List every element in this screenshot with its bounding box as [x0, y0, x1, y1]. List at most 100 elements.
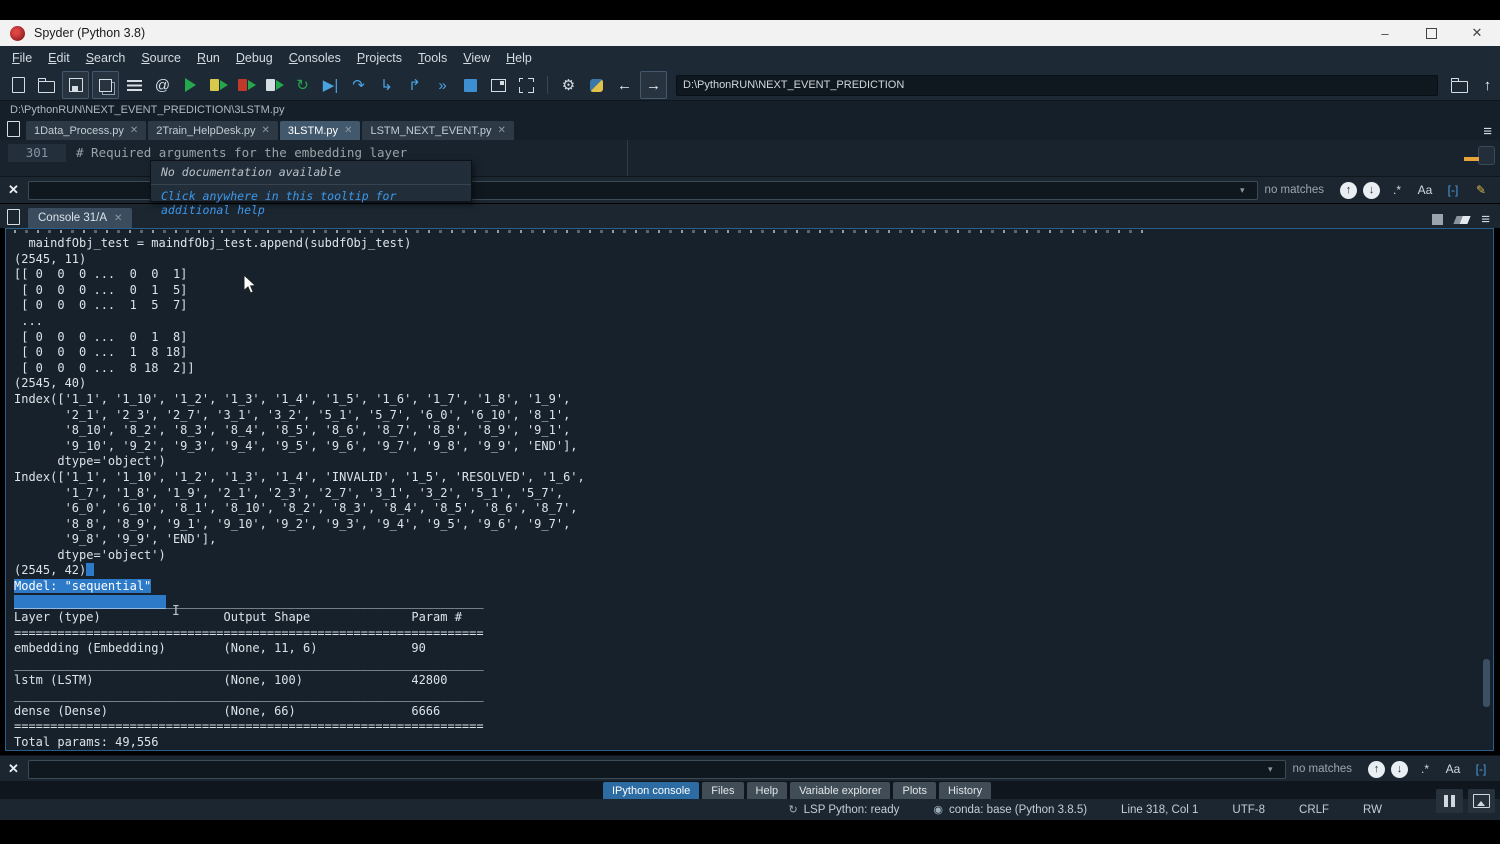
highlight-matches-toggle[interactable]: ✎ — [1470, 180, 1492, 200]
case-sensitive-toggle[interactable]: Aa — [1442, 759, 1464, 779]
status-bar: ↻LSP Python: ready◉conda: base (Python 3… — [0, 799, 1500, 820]
whole-word-toggle[interactable]: [-] — [1470, 759, 1492, 779]
pause-button[interactable] — [1436, 789, 1463, 813]
console-line: Index(['1_1', '1_10', '1_2', '1_3', '1_4… — [14, 392, 1493, 408]
debug-file-icon[interactable]: ▶| — [318, 72, 343, 98]
case-sensitive-toggle[interactable]: Aa — [1414, 180, 1436, 200]
menu-debug[interactable]: Debug — [228, 48, 281, 68]
close-tab-icon[interactable]: ✕ — [130, 125, 138, 136]
run-selection-icon[interactable] — [262, 72, 287, 98]
save-file-icon[interactable] — [62, 71, 89, 99]
conda-status: ◉conda: base (Python 3.8.5) — [933, 803, 1087, 816]
new-file-icon[interactable] — [6, 72, 31, 98]
rerun-cell-icon[interactable] — [234, 72, 259, 98]
menu-source[interactable]: Source — [133, 48, 189, 68]
preferences-wrench-icon[interactable]: ⚙ — [556, 72, 581, 98]
console-scrollbar[interactable] — [1483, 659, 1490, 707]
fullscreen-icon[interactable] — [514, 72, 539, 98]
close-find-icon[interactable]: ✕ — [8, 761, 28, 777]
find-previous-button[interactable]: ↑ — [1368, 761, 1385, 778]
menu-projects[interactable]: Projects — [349, 48, 410, 68]
step-out-icon: ↱ — [408, 78, 421, 93]
plugin-tab-help[interactable]: Help — [747, 782, 788, 799]
interrupt-kernel-icon[interactable] — [1432, 214, 1443, 225]
console-options-menu-icon[interactable]: ≡ — [1481, 211, 1490, 228]
maximize-pane-icon[interactable] — [486, 72, 511, 98]
console-line: lstm (LSTM) (None, 100) 42800 — [14, 673, 1493, 689]
panes-button[interactable] — [1468, 789, 1495, 813]
forward-icon[interactable]: → — [640, 71, 667, 99]
parent-directory-icon[interactable]: ↑ — [1475, 72, 1500, 98]
menu-consoles[interactable]: Consoles — [281, 48, 349, 68]
editor-options-menu-icon[interactable]: ≡ — [1475, 123, 1500, 140]
step-into-icon[interactable]: ↳ — [374, 72, 399, 98]
menu-search[interactable]: Search — [78, 48, 134, 68]
editor-tab-3lstm-py[interactable]: 3LSTM.py✕ — [280, 121, 361, 140]
title-bar: Spyder (Python 3.8) – ✕ — [0, 20, 1500, 46]
menu-edit[interactable]: Edit — [40, 48, 78, 68]
stop-debug-icon[interactable] — [458, 72, 483, 98]
run-cell-icon[interactable] — [206, 72, 231, 98]
open-file-icon[interactable] — [34, 72, 59, 98]
whole-word-toggle[interactable]: [-] — [1442, 180, 1464, 200]
plugin-tab-variable-explorer[interactable]: Variable explorer — [790, 782, 890, 799]
menu-view[interactable]: View — [455, 48, 498, 68]
close-console-icon[interactable]: ✕ — [114, 213, 122, 224]
plugin-tab-plots[interactable]: Plots — [893, 782, 935, 799]
docstring-tooltip[interactable]: No documentation available Click anywher… — [150, 160, 472, 202]
find-previous-button[interactable]: ↑ — [1340, 182, 1357, 199]
regex-toggle[interactable]: .* — [1386, 180, 1408, 200]
editor-tab-2train_helpdesk-py[interactable]: 2Train_HelpDesk.py✕ — [148, 121, 278, 140]
close-find-icon[interactable]: ✕ — [8, 182, 28, 198]
run-file-icon[interactable] — [178, 72, 203, 98]
close-tab-icon[interactable]: ✕ — [498, 125, 506, 136]
menu-help[interactable]: Help — [498, 48, 540, 68]
editor-scrollbar[interactable] — [1478, 146, 1495, 165]
browse-tabs-icon[interactable] — [0, 118, 26, 140]
save-all-icon[interactable] — [92, 71, 119, 99]
rerun-file-icon[interactable]: ↻ — [290, 72, 315, 98]
plugin-tab-files[interactable]: Files — [702, 782, 743, 799]
console-line: (2545, 11) — [14, 252, 1493, 268]
debug-continue-icon[interactable]: » — [430, 72, 455, 98]
step-into-icon: ↳ — [380, 78, 393, 93]
close-tab-icon[interactable]: ✕ — [344, 125, 352, 136]
console-find-input[interactable] — [28, 760, 1286, 779]
console-line: '9_8', '9_9', 'END'], — [14, 532, 1493, 548]
console-line: ________________________________________… — [14, 595, 1493, 611]
line-number: 301 — [8, 144, 66, 162]
step-out-icon[interactable]: ↱ — [402, 72, 427, 98]
find-next-button[interactable]: ↓ — [1391, 761, 1408, 778]
editor-tab-lstm_next_event-py[interactable]: LSTM_NEXT_EVENT.py✕ — [362, 121, 513, 140]
pythonpath-manager-icon[interactable] — [584, 72, 609, 98]
find-symbols-icon[interactable]: @ — [150, 72, 175, 98]
editor-tab-1data_process-py[interactable]: 1Data_Process.py✕ — [26, 121, 146, 140]
console-tab[interactable]: Console 31/A ✕ — [28, 208, 132, 228]
plugin-tab-ipython-console[interactable]: IPython console — [603, 782, 699, 799]
chevron-down-icon[interactable]: ▾ — [1240, 185, 1245, 196]
browse-console-tabs-icon[interactable] — [0, 206, 26, 228]
maximize-pane-icon-shape — [491, 79, 506, 92]
close-tab-icon[interactable]: ✕ — [262, 125, 270, 136]
back-icon[interactable]: ← — [612, 72, 637, 98]
chevron-down-icon[interactable]: ▾ — [1268, 764, 1273, 775]
status-label: LSP Python: ready — [804, 804, 900, 816]
close-button[interactable]: ✕ — [1454, 20, 1500, 46]
maximize-button[interactable] — [1408, 20, 1454, 46]
remove-variables-icon[interactable] — [1454, 216, 1471, 224]
menu-run[interactable]: Run — [189, 48, 228, 68]
plugin-tab-history[interactable]: History — [939, 782, 991, 799]
spyder-logo-icon — [10, 26, 25, 41]
browse-working-directory-icon[interactable] — [1447, 72, 1472, 98]
working-directory-input[interactable] — [676, 75, 1438, 96]
find-next-button[interactable]: ↓ — [1363, 182, 1380, 199]
console-output[interactable]: maindfObj_test = maindfObj_test.append(s… — [5, 228, 1494, 751]
file-switcher-icon[interactable] — [122, 72, 147, 98]
regex-toggle[interactable]: .* — [1414, 759, 1436, 779]
tooltip-help-link[interactable]: Click anywhere in this tooltip for addit… — [151, 184, 471, 221]
menu-tools[interactable]: Tools — [410, 48, 455, 68]
menu-file[interactable]: File — [4, 48, 40, 68]
minimize-button[interactable]: – — [1362, 20, 1408, 46]
back-icon: ← — [617, 78, 632, 93]
step-over-icon[interactable]: ↷ — [346, 72, 371, 98]
